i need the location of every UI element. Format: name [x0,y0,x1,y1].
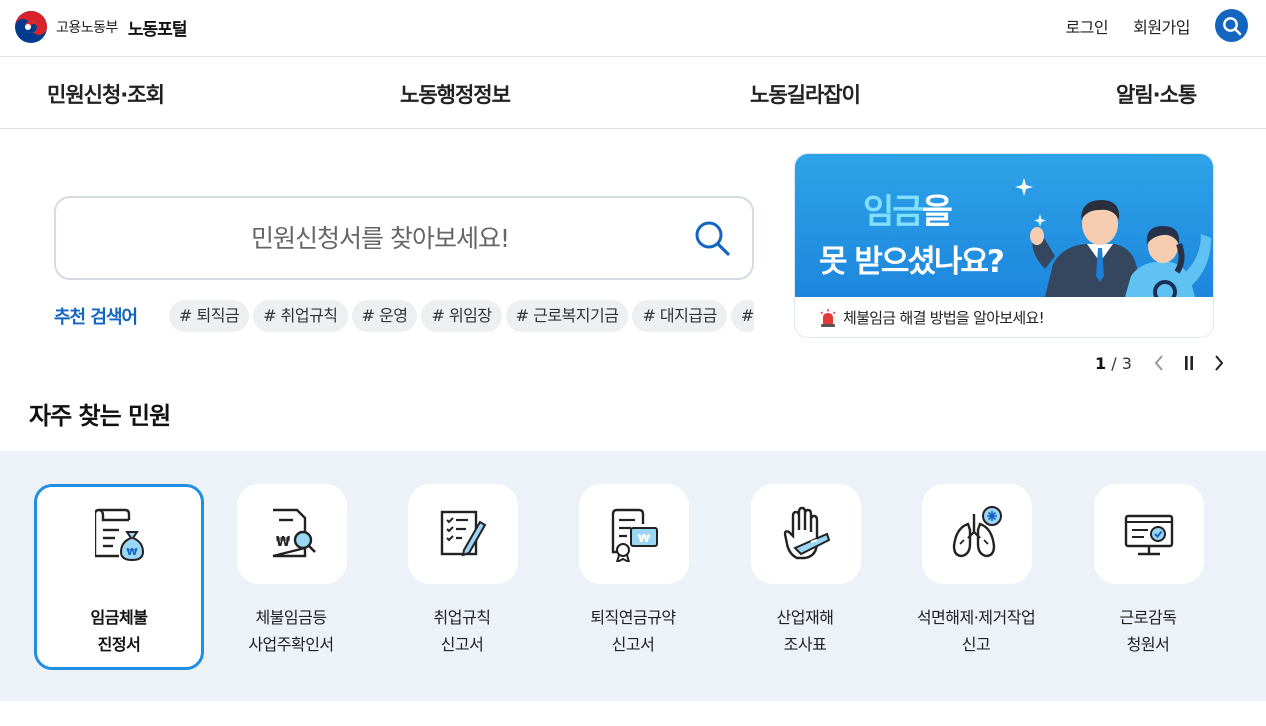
service-label-line1: 근로감독 [1119,608,1177,627]
gnb-item-labor-guide[interactable]: 노동길라잡이 [750,79,861,109]
civil-form-search-input[interactable] [80,198,680,278]
wage-arrears-document-icon: ₩ [95,508,145,562]
svg-text:₩: ₩ [276,535,291,550]
pause-icon [1184,356,1193,370]
service-item-wage-arrears-petition[interactable]: ₩ 임금체불진정서 [34,484,204,670]
login-link[interactable]: 로그인 [1065,14,1108,38]
pager-current: 1 [1095,353,1107,373]
service-label-line1: 산업재해 [776,608,834,627]
pause-slide-button[interactable] [1176,350,1202,376]
service-label-line1: 체불임금등 [255,608,327,627]
pager-indicator: 1 / 3 [1095,354,1132,373]
banner-headline-2: 못 받으셨나요? [819,244,1005,280]
chevron-left-icon [1154,355,1163,371]
service-icon-wrap: ₩ [237,484,347,584]
service-label: 체불임금등사업주확인서 [206,604,376,658]
frequent-services-list: ₩ 임금체불 진정서 ₩ 체불임금등 사업주확인서 취업규칙 신고서 ₩ 퇴직연… [0,451,1266,701]
service-item-industrial-accident-survey[interactable]: 산업재해조사표 [720,484,890,670]
service-label-line2: 진정서 [97,635,141,654]
site-logo[interactable]: 고용노동부 노동포털 [14,10,188,44]
service-icon-wrap [922,484,1032,584]
service-item-labor-inspection-petition[interactable]: 근로감독청원서 [1063,484,1233,670]
monitor-check-icon [1124,514,1174,556]
banner-caption-text: 체불임금 해결 방법을 알아보세요! [843,309,1045,327]
service-label-line1: 퇴직연금규약 [590,608,676,627]
service-label: 석면해제·제거작업신고 [891,604,1061,658]
service-label-line2: 조사표 [783,635,827,654]
prev-slide-button[interactable] [1146,350,1172,376]
service-label: 임금체불진정서 [34,604,204,658]
utility-links: 로그인 회원가입 [1065,9,1248,42]
svg-text:₩: ₩ [638,532,650,545]
service-icon-wrap: ₩ [65,484,175,584]
service-label-line2: 청원서 [1126,635,1170,654]
search-icon [1222,16,1241,35]
recommended-keywords: 추천 검색어 # 퇴직금 # 취업규칙 # 운영 # 위임장 # 근로복지기금 … [54,300,754,334]
service-icon-wrap [408,484,518,584]
keyword-tag[interactable]: # 퇴직금 [169,300,250,332]
taegeuk-emblem-icon [15,11,47,43]
service-label-line2: 신고 [961,635,991,654]
keyword-tag[interactable]: # [730,300,754,332]
banner-pager: 1 / 3 [1095,350,1232,376]
service-label-line2: 신고서 [611,635,655,654]
service-icon-wrap: ₩ [579,484,689,584]
siren-icon [820,309,836,327]
frequent-services-title: 자주 찾는 민원 [29,402,171,430]
next-slide-button[interactable] [1206,350,1232,376]
service-item-arrears-employer-confirmation[interactable]: ₩ 체불임금등사업주확인서 [206,484,376,670]
keyword-tag-list: # 퇴직금 # 취업규칙 # 운영 # 위임장 # 근로복지기금 # 대지급금 … [169,300,754,332]
banner-highlight: 임금 [863,192,924,232]
service-label: 취업규칙신고서 [377,604,547,658]
banner-headline-1: 임금을 [863,184,953,233]
banner-caption-bar: 체불임금 해결 방법을 알아보세요! [795,297,1213,337]
service-label: 퇴직연금규약신고서 [548,604,718,658]
banner-headline-1-rest: 을 [921,192,953,232]
service-label-line2: 신고서 [440,635,484,654]
service-label-line1: 임금체불 [90,608,148,627]
global-search-button[interactable] [1215,9,1248,42]
injured-hand-icon [783,506,831,560]
banner-visual: 임금을 못 받으셨나요? [795,154,1213,297]
recommended-keywords-title: 추천 검색어 [54,307,138,328]
lungs-icon [952,506,1002,558]
pension-certificate-icon: ₩ [611,508,658,562]
keyword-tag[interactable]: # 운영 [351,300,418,332]
gnb-item-labor-admin-info[interactable]: 노동행정정보 [400,79,511,109]
ministry-name: 고용노동부 [56,20,118,36]
gnb-item-civil-application[interactable]: 민원신청·조회 [47,79,165,109]
main-navigation: 민원신청·조회 노동행정정보 노동길라잡이 알림·소통 [0,57,1266,129]
service-label-line1: 석면해제·제거작업 [916,608,1036,627]
checklist-pen-icon [440,510,487,557]
document-search-icon: ₩ [272,508,316,558]
pager-total: 3 [1121,353,1132,373]
service-icon-wrap [1094,484,1204,584]
signup-link[interactable]: 회원가입 [1133,14,1190,38]
pager-separator: / [1111,353,1117,373]
keyword-tag[interactable]: # 대지급금 [632,300,727,332]
svg-text:₩: ₩ [126,547,137,558]
top-bar: 고용노동부 노동포털 로그인 회원가입 [0,0,1266,57]
search-icon[interactable] [692,218,732,258]
service-label: 산업재해조사표 [720,604,890,658]
service-item-retirement-pension-report[interactable]: ₩ 퇴직연금규약신고서 [548,484,718,670]
chevron-right-icon [1215,355,1224,371]
wage-arrears-banner[interactable]: 임금을 못 받으셨나요? 체불임금 해결 방법을 알아보세요! [794,153,1214,338]
civil-form-search-box [54,196,754,280]
portal-name: 노동포털 [127,19,188,40]
service-icon-wrap [751,484,861,584]
keyword-tag[interactable]: # 위임장 [421,300,502,332]
service-item-asbestos-removal-report[interactable]: 석면해제·제거작업신고 [891,484,1061,670]
service-label-line1: 취업규칙 [433,608,491,627]
service-item-employment-rules-report[interactable]: 취업규칙신고서 [377,484,547,670]
keyword-tag[interactable]: # 취업규칙 [253,300,348,332]
service-label-line2: 사업주확인서 [248,635,334,654]
keyword-tag[interactable]: # 근로복지기금 [505,300,629,332]
gnb-item-notice-communication[interactable]: 알림·소통 [1116,79,1197,109]
banner-people-illustration [1015,178,1211,297]
service-label: 근로감독청원서 [1063,604,1233,658]
